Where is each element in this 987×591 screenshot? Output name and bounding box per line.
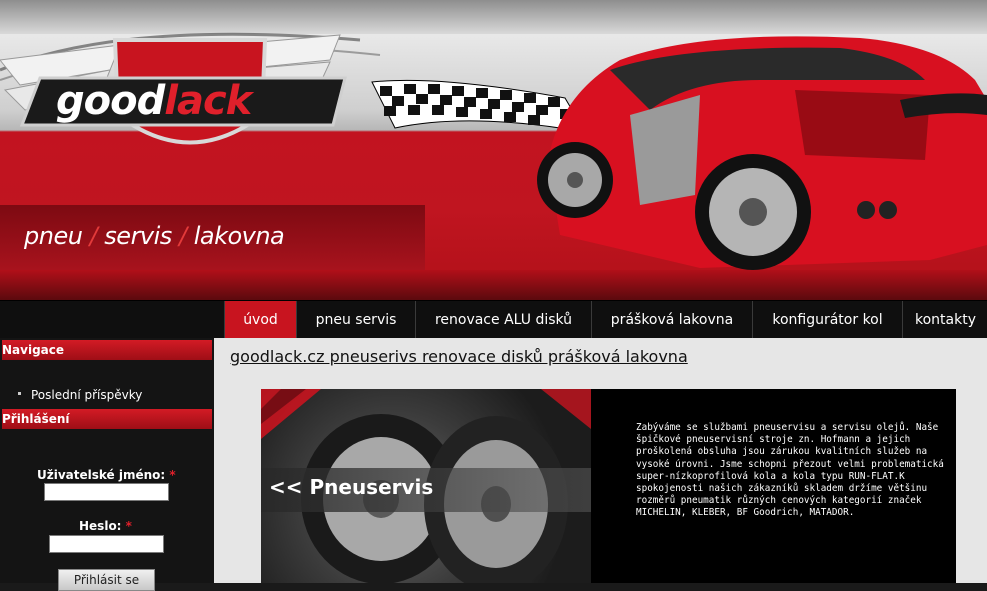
logo-main-text: good	[56, 78, 165, 124]
sidebar-heading-label: Navigace	[2, 343, 65, 357]
menu-item-kontakty[interactable]: kontakty	[902, 301, 987, 339]
tagline-word: servis	[104, 222, 172, 250]
username-input[interactable]	[44, 483, 169, 501]
menu-item-konfigurator-kol[interactable]: konfigurátor kol	[752, 301, 902, 339]
bullet-icon	[18, 392, 21, 395]
username-label-text: Uživatelské jméno:	[37, 468, 166, 482]
sidebar-item-recent-posts[interactable]: Poslední příspěvky	[31, 388, 142, 402]
password-label-text: Heslo:	[79, 519, 122, 533]
pneuservis-link[interactable]: << Pneuservis	[269, 475, 433, 499]
logo-accent-text: lack	[164, 78, 252, 124]
required-mark: *	[169, 468, 176, 482]
banner-graphics	[0, 32, 987, 270]
main-menu: úvod pneu servis renovace ALU disků práš…	[0, 300, 987, 339]
menu-item-renovace-alu-disku[interactable]: renovace ALU disků	[415, 301, 591, 339]
header-banner: goodlack pneu / servis / lakovna	[0, 0, 987, 300]
sidebar: Navigace Poslední příspěvky Přihlášení U…	[0, 338, 214, 591]
tagline-separator: /	[89, 222, 98, 250]
main-content: goodlack.cz pneuserivs renovace disků pr…	[214, 338, 987, 583]
promo-description: Zabýváme se službami pneuservisu a servi…	[636, 422, 944, 519]
menu-item-uvod[interactable]: úvod	[224, 301, 296, 339]
tagline-word: lakovna	[193, 222, 285, 250]
page-title-link[interactable]: goodlack.cz pneuserivs renovace disků pr…	[230, 347, 688, 366]
promo-box: << Pneuservis Zabýváme se službami pneus…	[261, 389, 956, 583]
required-mark: *	[125, 519, 132, 533]
sidebar-heading-navigation: Navigace	[2, 340, 212, 360]
sidebar-heading-login: Přihlášení	[2, 409, 212, 429]
username-label: Uživatelské jméno: *	[37, 468, 176, 482]
password-input[interactable]	[49, 535, 164, 553]
sidebar-heading-label: Přihlášení	[2, 412, 70, 426]
tagline-word: pneu	[24, 222, 83, 250]
tagline-separator: /	[178, 222, 187, 250]
login-button[interactable]: Přihlásit se	[58, 569, 155, 591]
sports-car-image	[537, 36, 987, 270]
site-tagline: pneu / servis / lakovna	[24, 222, 285, 250]
checkered-flag-icon	[371, 79, 586, 133]
menu-item-praskova-lakovna[interactable]: prášková lakovna	[591, 301, 752, 339]
site-logo[interactable]: goodlack	[56, 78, 252, 124]
menu-item-pneu-servis[interactable]: pneu servis	[296, 301, 415, 339]
password-label: Heslo: *	[79, 519, 132, 533]
